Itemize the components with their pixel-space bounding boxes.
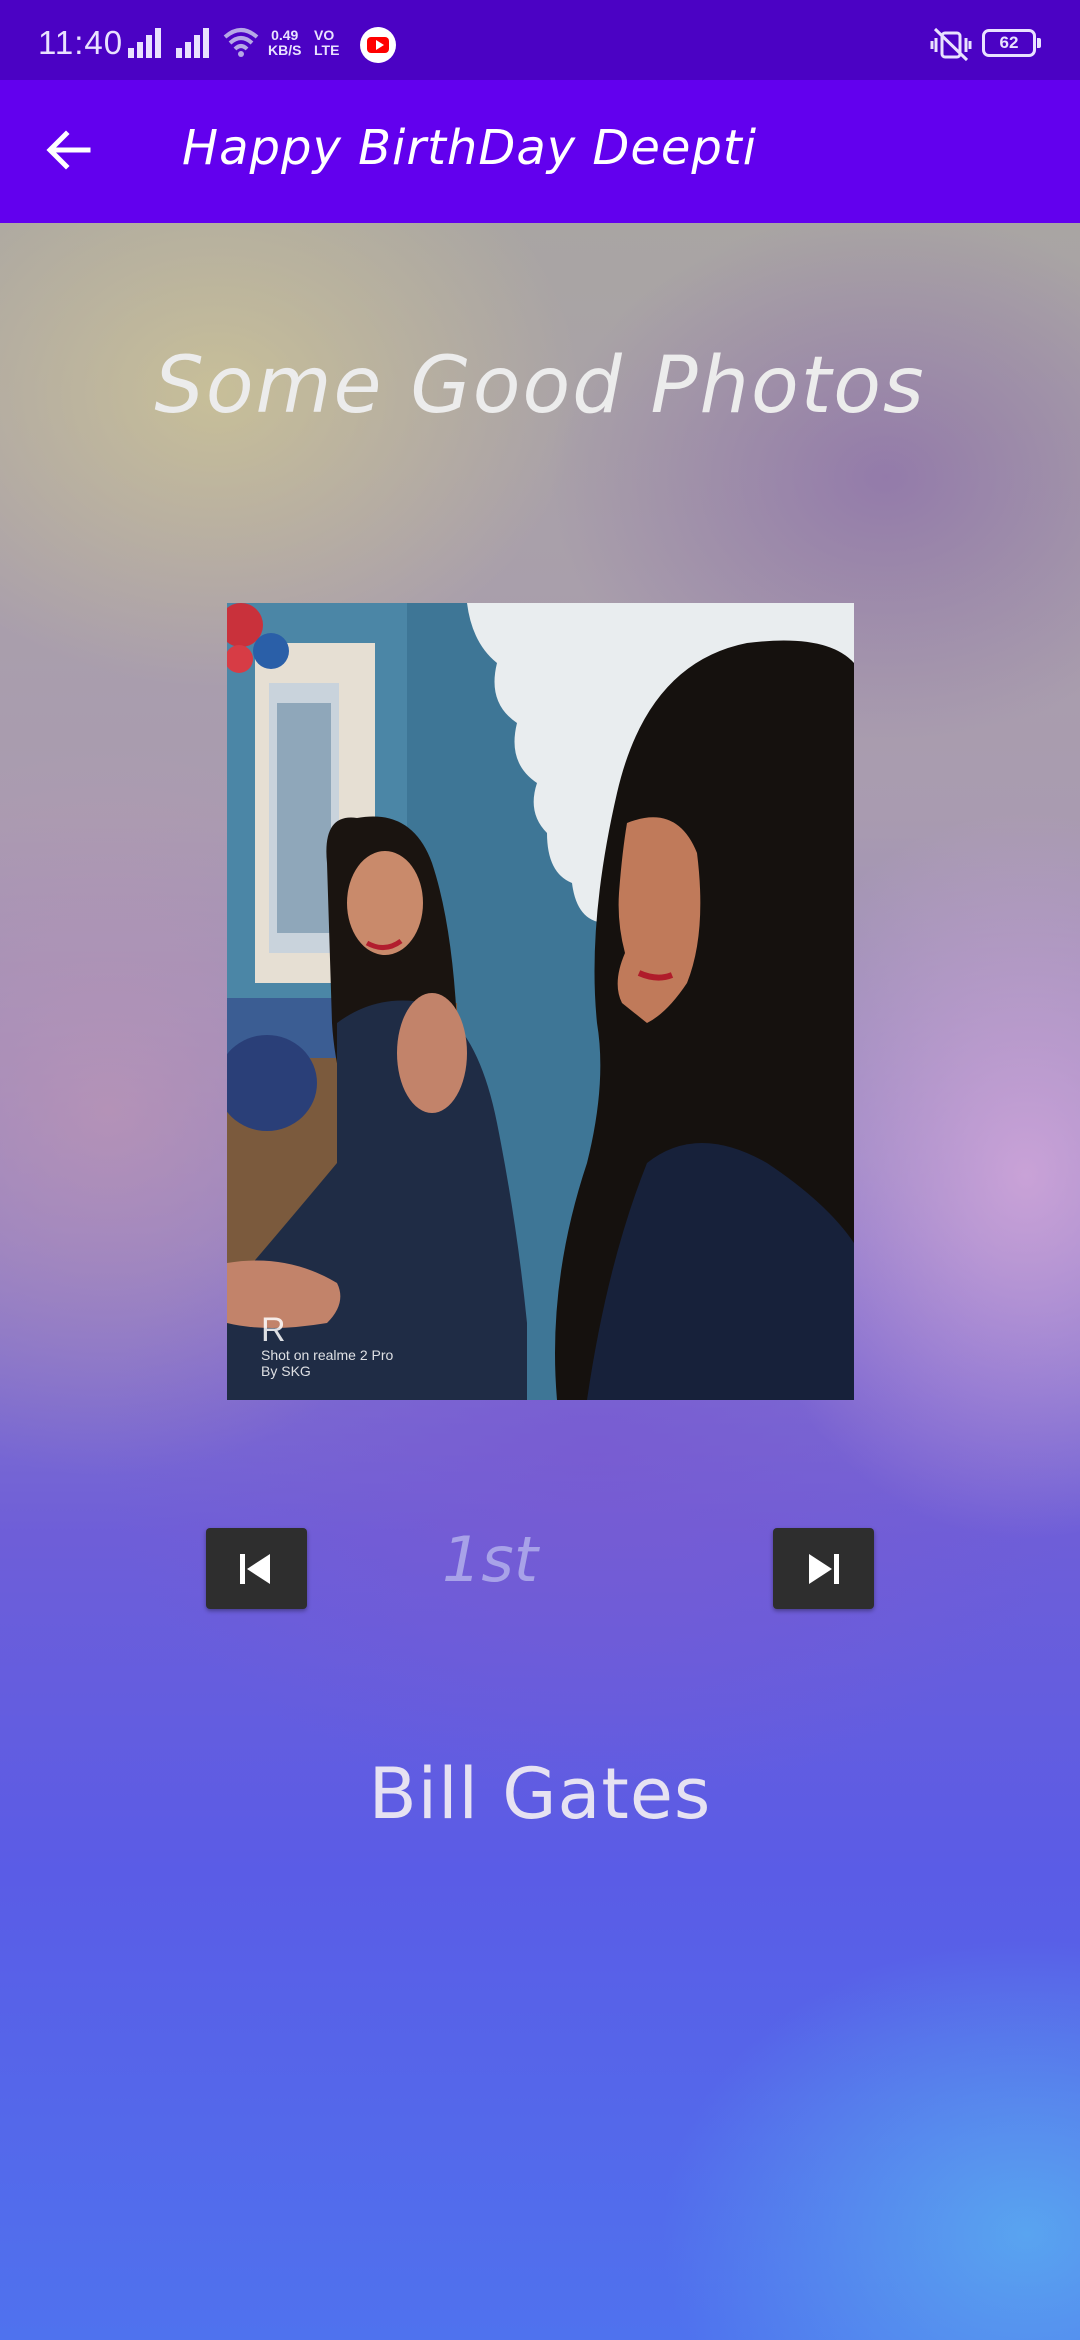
- photo-image: [227, 603, 854, 1400]
- content-area: Some Good Photos R Shot on realme 2 Pro …: [0, 223, 1080, 2340]
- previous-photo-button[interactable]: [206, 1528, 307, 1609]
- birthday-photo: R Shot on realme 2 Pro By SKG: [227, 603, 854, 1400]
- app-title: Happy BirthDay Deepti: [182, 120, 758, 176]
- section-heading: Some Good Photos: [154, 341, 926, 431]
- youtube-icon: [360, 27, 396, 63]
- app-bar: Happy BirthDay Deepti: [0, 80, 1080, 223]
- watermark-line2: By SKG: [261, 1363, 311, 1379]
- arrow-left-icon: [46, 130, 91, 170]
- battery-icon: 62: [982, 29, 1041, 57]
- back-button[interactable]: [30, 112, 110, 192]
- photo-watermark: R Shot on realme 2 Pro By SKG: [261, 1313, 393, 1379]
- wifi-icon: [223, 28, 259, 57]
- vibrate-mute-icon: [930, 27, 972, 62]
- next-photo-button[interactable]: [773, 1528, 874, 1609]
- volte-top: VO: [314, 27, 335, 43]
- speed-value: 0.49: [271, 27, 299, 43]
- network-speed: 0.49 KB/S: [268, 28, 301, 58]
- skip-previous-icon: [240, 1554, 270, 1584]
- speed-unit: KB/S: [268, 42, 302, 58]
- status-bar: 11:40 0.49 KB/S VO LTE 62: [0, 0, 1080, 80]
- photo-index-label: 1st: [441, 1523, 539, 1596]
- volte-indicator: VO LTE: [314, 28, 339, 58]
- skip-next-icon: [809, 1554, 839, 1584]
- photo-caption: Bill Gates: [368, 1753, 712, 1835]
- signal-icon: [176, 28, 209, 58]
- watermark-logo: R: [261, 1311, 286, 1349]
- watermark-line1: Shot on realme 2 Pro: [261, 1347, 394, 1363]
- status-time: 11:40: [38, 24, 124, 61]
- signal-icon: [128, 28, 161, 58]
- volte-bottom: LTE: [314, 42, 340, 58]
